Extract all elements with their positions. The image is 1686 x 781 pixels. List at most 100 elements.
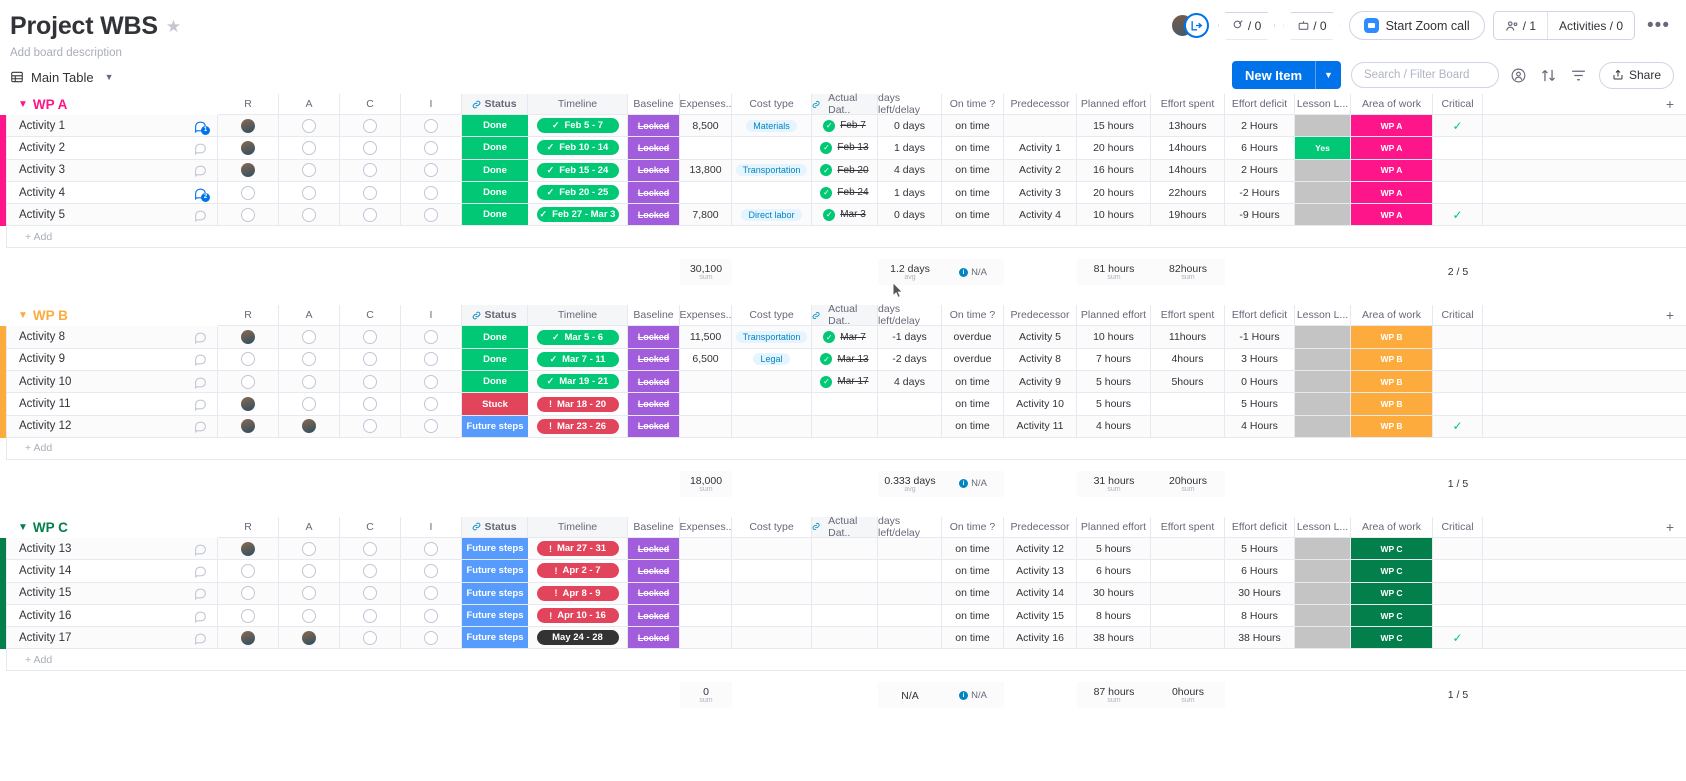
- column-header-area[interactable]: Area of work: [1351, 305, 1433, 327]
- avatar-a[interactable]: [302, 207, 316, 222]
- column-header-status[interactable]: Status: [462, 305, 528, 327]
- baseline-badge[interactable]: Locked: [628, 415, 680, 438]
- person-cell-I[interactable]: [401, 137, 462, 160]
- baseline-badge[interactable]: Locked: [628, 582, 680, 605]
- person-cell-C[interactable]: [340, 137, 401, 160]
- cost-type-cell[interactable]: Transportation: [732, 159, 812, 182]
- column-header-effort-spent[interactable]: Effort spent: [1151, 94, 1225, 115]
- expenses-cell[interactable]: [680, 560, 732, 583]
- avatar-c[interactable]: [363, 352, 377, 367]
- baseline-badge[interactable]: Locked: [628, 326, 680, 349]
- row-name[interactable]: Activity 13: [6, 537, 218, 561]
- person-cell-A[interactable]: [279, 159, 340, 182]
- effort-spent-cell[interactable]: [1151, 537, 1225, 561]
- critical-cell[interactable]: [1433, 582, 1483, 605]
- on-time-cell[interactable]: on time: [942, 393, 1004, 416]
- actual-date-cell[interactable]: [812, 393, 878, 416]
- board-members-button[interactable]: / 1: [1494, 12, 1547, 39]
- person-cell-R[interactable]: [218, 137, 279, 160]
- on-time-cell[interactable]: on time: [942, 415, 1004, 438]
- status-badge[interactable]: Future steps: [462, 627, 528, 650]
- actual-date-cell[interactable]: ✓ Mar 3: [812, 204, 878, 227]
- baseline-badge[interactable]: Locked: [628, 181, 680, 205]
- person-cell-R[interactable]: [218, 393, 279, 416]
- table-row[interactable]: Activity 15 Future steps ! Apr 8 - 9 Lock…: [0, 582, 1686, 605]
- avatar-a[interactable]: [302, 608, 316, 623]
- column-header-planned-effort[interactable]: Planned effort: [1077, 516, 1151, 538]
- expenses-cell[interactable]: [680, 415, 732, 438]
- row-name[interactable]: Activity 15: [6, 582, 218, 605]
- avatar-c[interactable]: [363, 608, 377, 623]
- effort-deficit-cell[interactable]: 3 Hours: [1225, 348, 1295, 372]
- on-time-cell[interactable]: on time: [942, 604, 1004, 628]
- avatar-c[interactable]: [363, 163, 377, 178]
- avatar-c[interactable]: [363, 563, 377, 578]
- area-of-work-badge[interactable]: WP B: [1351, 393, 1433, 416]
- person-cell-I[interactable]: [401, 627, 462, 650]
- predecessor-cell[interactable]: Activity 12: [1004, 537, 1077, 561]
- avatar-i[interactable]: [424, 374, 438, 389]
- predecessor-cell[interactable]: Activity 2: [1004, 159, 1077, 182]
- cost-type-cell[interactable]: [732, 371, 812, 394]
- person-cell-C[interactable]: [340, 204, 401, 227]
- person-cell-I[interactable]: [401, 582, 462, 605]
- critical-cell[interactable]: ✓: [1433, 415, 1483, 438]
- table-row[interactable]: Activity 2 Done ✓ Feb 10 - 14 Locked ✓ Feb…: [0, 137, 1686, 160]
- row-name[interactable]: Activity 17: [6, 627, 218, 650]
- person-cell-C[interactable]: [340, 582, 401, 605]
- lesson-learned-badge[interactable]: [1295, 159, 1351, 182]
- cost-type-cell[interactable]: [732, 627, 812, 650]
- column-header-lesson[interactable]: Lesson L...: [1295, 305, 1351, 327]
- planned-effort-cell[interactable]: 20 hours: [1077, 137, 1151, 160]
- avatar-c[interactable]: [363, 140, 377, 155]
- avatar-r[interactable]: [241, 419, 255, 434]
- effort-deficit-cell[interactable]: 6 Hours: [1225, 137, 1295, 160]
- avatar-group[interactable]: [1169, 12, 1210, 39]
- lesson-learned-badge[interactable]: [1295, 415, 1351, 438]
- add-item-label[interactable]: + Add: [6, 649, 1686, 672]
- days-left-cell[interactable]: -1 days: [878, 326, 942, 349]
- column-header-timeline[interactable]: Timeline: [528, 516, 628, 538]
- effort-deficit-cell[interactable]: -9 Hours: [1225, 204, 1295, 227]
- on-time-cell[interactable]: on time: [942, 537, 1004, 561]
- avatar-a[interactable]: [302, 563, 316, 578]
- lesson-learned-badge[interactable]: [1295, 393, 1351, 416]
- lesson-learned-badge[interactable]: [1295, 326, 1351, 349]
- row-name[interactable]: Activity 4 2: [6, 181, 218, 205]
- timeline-cell[interactable]: ✓ Feb 10 - 14: [528, 137, 628, 160]
- person-cell-C[interactable]: [340, 371, 401, 394]
- status-badge[interactable]: Done: [462, 326, 528, 349]
- avatar-i[interactable]: [424, 185, 438, 200]
- row-name[interactable]: Activity 9: [6, 348, 218, 372]
- column-header-planned-effort[interactable]: Planned effort: [1077, 94, 1151, 115]
- avatar-c[interactable]: [363, 630, 377, 645]
- status-badge[interactable]: Future steps: [462, 582, 528, 605]
- status-badge[interactable]: Future steps: [462, 537, 528, 561]
- cost-type-cell[interactable]: [732, 137, 812, 160]
- effort-deficit-cell[interactable]: 0 Hours: [1225, 371, 1295, 394]
- person-cell-A[interactable]: [279, 204, 340, 227]
- effort-deficit-cell[interactable]: 2 Hours: [1225, 159, 1295, 182]
- avatar-r[interactable]: [241, 352, 255, 367]
- invite-member-icon[interactable]: [1183, 12, 1209, 38]
- timeline-cell[interactable]: May 24 - 28: [528, 627, 628, 650]
- planned-effort-cell[interactable]: 20 hours: [1077, 181, 1151, 205]
- sort-icon[interactable]: [1539, 65, 1559, 85]
- predecessor-cell[interactable]: Activity 8: [1004, 348, 1077, 372]
- person-cell-R[interactable]: [218, 560, 279, 583]
- column-header-effort-deficit[interactable]: Effort deficit: [1225, 305, 1295, 327]
- critical-cell[interactable]: ✓: [1433, 627, 1483, 650]
- table-row[interactable]: Activity 11 Stuck ! Mar 18 - 20 Locked on…: [0, 393, 1686, 416]
- start-zoom-call-button[interactable]: Start Zoom call: [1348, 11, 1485, 40]
- actual-date-cell[interactable]: ✓ Mar 17: [812, 371, 878, 394]
- column-header-actual-date[interactable]: Actual Dat..: [812, 303, 878, 327]
- timeline-cell[interactable]: ! Mar 18 - 20: [528, 393, 628, 416]
- days-left-cell[interactable]: 1 days: [878, 181, 942, 205]
- chat-icon[interactable]: [194, 632, 207, 646]
- lesson-learned-badge[interactable]: [1295, 181, 1351, 205]
- person-cell-C[interactable]: [340, 393, 401, 416]
- predecessor-cell[interactable]: Activity 13: [1004, 560, 1077, 583]
- person-cell-I[interactable]: [401, 181, 462, 205]
- person-cell-I[interactable]: [401, 371, 462, 394]
- actual-date-cell[interactable]: [812, 560, 878, 583]
